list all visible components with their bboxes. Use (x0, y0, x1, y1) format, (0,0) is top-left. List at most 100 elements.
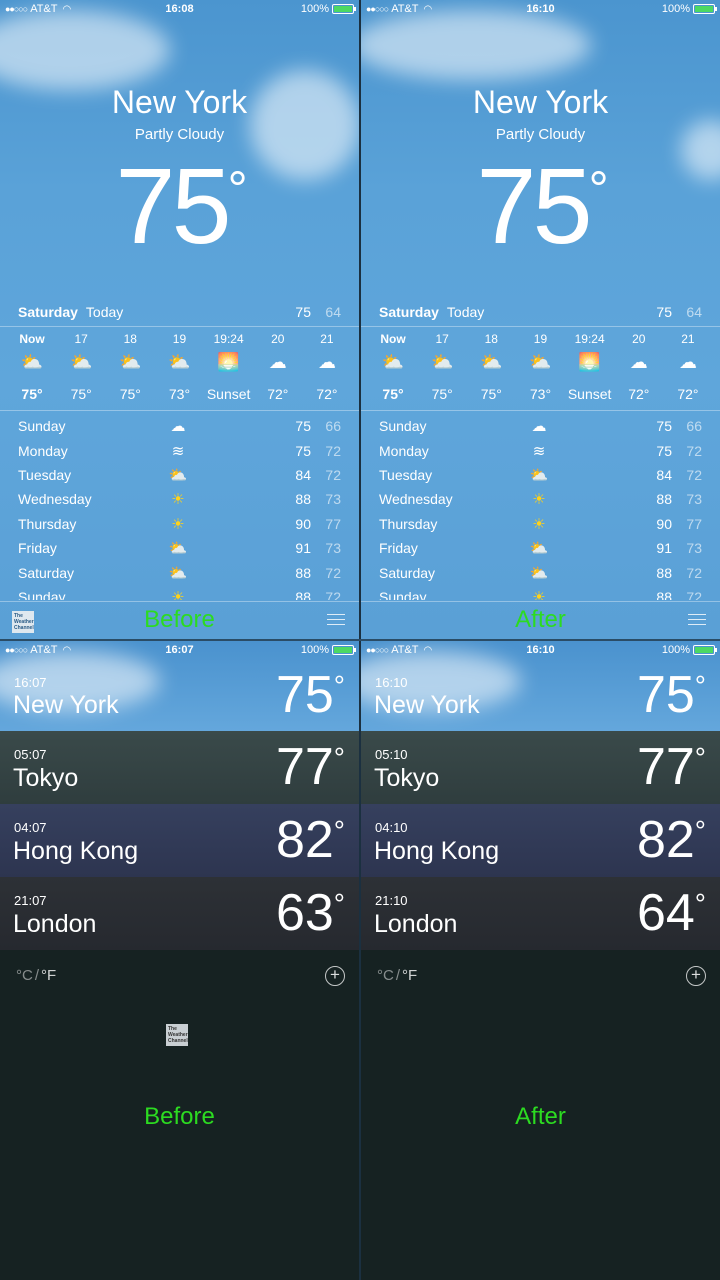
today-high: 75 (656, 304, 672, 320)
weather-channel-logo[interactable]: The Weather Channel (166, 1024, 188, 1046)
add-city-button[interactable]: + (686, 966, 706, 986)
divider-line (361, 326, 720, 327)
carrier-label: AT&T (391, 644, 419, 656)
hour-temperature: 75° (119, 386, 141, 402)
status-bar: ●●○○○ AT&T ◠ 16:10 100% (361, 641, 720, 659)
city-card-new-york[interactable]: ●●○○○ AT&T ◠ 16:07 100% 16:07 New York 7… (0, 641, 359, 731)
battery-icon (693, 4, 717, 14)
day-high: 88 (656, 564, 672, 581)
hourly-item: 18 ⛅ 75° (467, 332, 515, 402)
sun-icon: ☀ (532, 588, 546, 600)
hour-temperature: 75° (480, 386, 502, 402)
hour-label: 20 (271, 332, 285, 346)
day-high: 75 (295, 418, 311, 435)
hourly-forecast[interactable]: Now ⛅ 75° 17 ⛅ 75° 18 ⛅ 75° 19 ⛅ 73° 19:24 🌅 Sunset 20 ☁… (369, 332, 712, 402)
today-row: Saturday Today 75 64 (379, 304, 702, 320)
city-local-time: 21:07 (14, 893, 47, 908)
daily-row: Thursday ☀ 90 77 (379, 512, 702, 536)
day-low: 72 (686, 564, 702, 581)
sunset-icon: 🌅 (217, 351, 240, 372)
today-low: 64 (686, 304, 702, 320)
hour-label: 19:24 (213, 332, 244, 346)
day-name: Tuesday (18, 466, 72, 483)
day-low: 72 (686, 588, 702, 600)
daily-row: Wednesday ☀ 88 73 (379, 487, 702, 511)
day-name: Friday (18, 540, 57, 557)
partly-cloudy-icon: ⛅ (119, 351, 142, 372)
detail-screen-after: ●●○○○ AT&T ◠ 16:10 100% New York Partly … (361, 0, 720, 639)
city-name: New York (111, 84, 248, 120)
hourly-item: Now ⛅ 75° (8, 332, 56, 402)
city-name: Hong Kong (374, 837, 500, 865)
city-card-hong-kong[interactable]: 04:10 Hong Kong 82° (361, 804, 720, 877)
unit-toggle[interactable]: °C / °F (377, 967, 417, 984)
hour-temperature: 75° (431, 386, 453, 402)
detail-screen-before: ●●○○○ AT&T ◠ 16:08 100% New York Partly … (0, 0, 359, 639)
wifi-icon: ◠ (423, 644, 433, 656)
battery-icon (693, 645, 717, 655)
hourly-item: 21 ☁ 72° (303, 332, 351, 402)
caption-after: After (515, 606, 566, 633)
hour-label: 17 (435, 332, 449, 346)
day-name: Thursday (379, 515, 438, 532)
hour-label: Now (380, 332, 406, 346)
partly-cloudy-icon: ⛅ (430, 351, 454, 372)
day-high: 75 (295, 442, 311, 459)
day-name: Monday (379, 442, 429, 459)
city-card-london[interactable]: 21:10 London 64° (361, 877, 720, 950)
daily-forecast[interactable]: Sunday ☁ 75 66 Monday ≋ 75 72 Tuesday ⛅ 84 72 Wednes… (0, 414, 359, 600)
fahrenheit-option[interactable]: °F (402, 967, 417, 984)
daily-row: Tuesday ⛅ 84 72 (18, 463, 341, 487)
sun-icon: ☀ (171, 588, 185, 600)
unit-toggle[interactable]: °C / °F (16, 967, 56, 984)
daily-row: Saturday ⛅ 88 72 (18, 560, 341, 584)
hourly-item: 19:24 🌅 Sunset (205, 332, 253, 402)
day-high: 84 (295, 466, 311, 483)
caption-before: Before (144, 1103, 215, 1130)
carrier-label: AT&T (30, 644, 58, 656)
hourly-forecast[interactable]: Now ⛅ 75° 17 ⛅ 75° 18 ⛅ 75° 19 ⛅ 73° 19:24 🌅 Sunset 20 ☁… (8, 332, 351, 402)
hour-label: 20 (632, 332, 646, 346)
day-low: 72 (686, 466, 702, 483)
signal-icon: ●●○○○ (5, 645, 28, 655)
today-low: 64 (325, 304, 341, 320)
city-list-before: ●●○○○ AT&T ◠ 16:07 100% 16:07 New York 7… (0, 641, 359, 1280)
hour-label: 18 (123, 332, 137, 346)
day-low: 72 (325, 588, 341, 600)
hour-label: 17 (74, 332, 88, 346)
hourly-item: 21 ☁ 72° (664, 332, 712, 402)
day-high: 84 (656, 466, 672, 483)
city-card-london[interactable]: 21:07 London 63° (0, 877, 359, 950)
city-local-time: 16:10 (375, 675, 408, 690)
daily-forecast[interactable]: Sunday ☁ 75 66 Monday ≋ 75 72 Tuesday ⛅ 84 72 Wednes… (361, 414, 720, 600)
day-low: 77 (325, 515, 341, 532)
day-name: Tuesday (379, 466, 433, 483)
divider-line (361, 601, 720, 602)
cloudy-night-icon: ☁ (317, 351, 336, 372)
celsius-option[interactable]: °C (377, 967, 394, 984)
day-name: Thursday (18, 515, 77, 532)
partly-cloudy-icon: ⛅ (168, 466, 188, 484)
daily-row: Thursday ☀ 90 77 (18, 512, 341, 536)
city-local-time: 16:07 (14, 675, 47, 690)
city-card-tokyo[interactable]: 05:10 Tokyo 77° (361, 731, 720, 804)
day-low: 73 (686, 540, 702, 557)
city-name: London (13, 910, 97, 938)
add-city-button[interactable]: + (325, 966, 345, 986)
cloud-icon: ☁ (170, 418, 186, 436)
hour-temperature: 73° (168, 386, 191, 402)
wifi-icon: ◠ (62, 644, 72, 656)
daily-row: Sunday ☀ 88 72 (18, 585, 341, 600)
cloudy-night-icon: ☁ (629, 351, 648, 372)
hourly-item: 20 ☁ 72° (615, 332, 663, 402)
sun-icon: ☀ (532, 515, 546, 533)
caption-before: Before (144, 606, 215, 633)
fahrenheit-option[interactable]: °F (41, 967, 56, 984)
celsius-option[interactable]: °C (16, 967, 33, 984)
city-card-new-york[interactable]: ●●○○○ AT&T ◠ 16:10 100% 16:10 New York 7… (361, 641, 720, 731)
city-card-hong-kong[interactable]: 04:07 Hong Kong 82° (0, 804, 359, 877)
hourly-item: 17 ⛅ 75° (57, 332, 105, 402)
city-card-tokyo[interactable]: 05:07 Tokyo 77° (0, 731, 359, 804)
cloudy-night-icon: ☁ (678, 351, 697, 372)
battery-percent: 100% (661, 3, 690, 15)
